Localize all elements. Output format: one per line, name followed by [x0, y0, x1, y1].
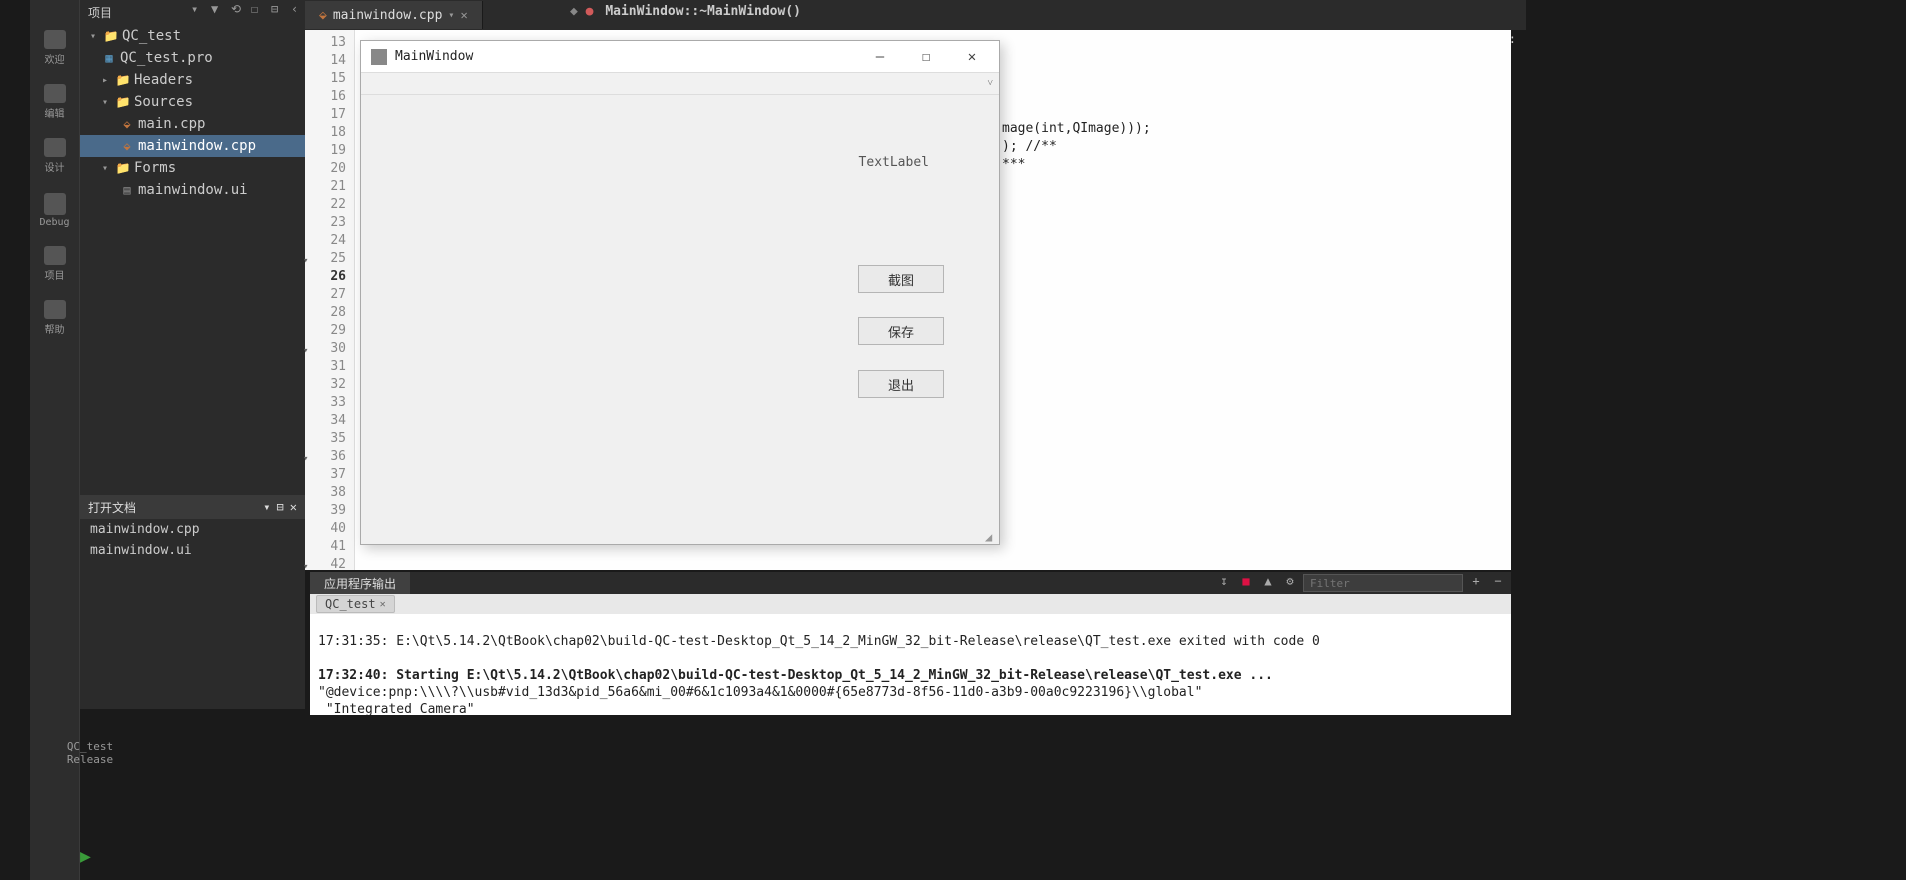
capture-button[interactable]: 截图 — [858, 265, 944, 293]
activity-debug[interactable]: Debug — [37, 192, 73, 228]
chevron-down-icon[interactable]: ˅ — [987, 78, 993, 89]
output-tab[interactable]: 应用程序输出 — [310, 572, 410, 594]
activity-welcome[interactable]: 欢迎 — [37, 30, 73, 66]
settings-icon[interactable]: ⚙ — [1281, 574, 1299, 592]
diamond-icon: ◆ — [570, 4, 578, 19]
app-icon — [371, 49, 387, 65]
tree-sources[interactable]: ▾📁 Sources — [80, 91, 305, 113]
minus-icon[interactable]: − — [1489, 574, 1507, 592]
app-titlebar[interactable]: MainWindow — ☐ ✕ — [361, 41, 999, 73]
line-gutter: 13 14 15 16 17 18 19 20 21 22 23 24 ▾25 … — [305, 30, 355, 570]
tree-forms[interactable]: ▾📁 Forms — [80, 157, 305, 179]
rerun-icon[interactable]: ▲ — [1259, 574, 1277, 592]
back-icon[interactable]: ‹ — [291, 2, 305, 16]
cpp-file-icon: ⬙ — [319, 8, 327, 23]
open-docs-close-icon[interactable]: ✕ — [290, 500, 297, 514]
folder-icon: 📁 — [104, 29, 118, 43]
maximize-button[interactable]: ☐ — [903, 42, 949, 72]
project-panel-title: 项目 — [88, 4, 112, 21]
follow-icon[interactable]: ↧ — [1215, 574, 1233, 592]
app-menubar[interactable]: ˅ — [361, 73, 999, 95]
pro-file-icon: ▦ — [102, 51, 116, 65]
stop-icon[interactable]: ■ — [1237, 574, 1255, 592]
output-panel-header: 应用程序输出 ↧ ■ ▲ ⚙ + − — [310, 572, 1511, 594]
project-panel-header: 项目 ▾ ▼ ⟲ ☐ ⊟ ‹ — [80, 0, 305, 25]
folder-icon: 📁 — [116, 161, 130, 175]
activity-project[interactable]: 项目 — [37, 246, 73, 282]
activity-design[interactable]: 设计 — [37, 138, 73, 174]
cpp-file-icon: ⬙ — [120, 117, 134, 131]
close-icon[interactable]: ✕ — [380, 599, 386, 610]
tab-dropdown-icon[interactable]: ▾ — [448, 10, 454, 21]
split-icon[interactable]: ⊟ — [271, 2, 285, 16]
output-subtab[interactable]: QC_test ✕ — [316, 595, 395, 613]
activity-edit[interactable]: 编辑 — [37, 84, 73, 120]
text-label: TextLabel — [859, 155, 929, 170]
cpp-file-icon: ⬙ — [120, 139, 134, 153]
open-docs-dropdown-icon[interactable]: ▾ — [263, 500, 270, 514]
sync-icon[interactable]: ⟲ — [231, 2, 245, 16]
breadcrumb[interactable]: ◆ ● MainWindow::~MainWindow() — [570, 4, 801, 19]
folder-icon: 📁 — [116, 95, 130, 109]
tree-mainwindow-cpp[interactable]: ⬙ mainwindow.cpp — [80, 135, 305, 157]
open-docs-split-icon[interactable]: ⊟ — [277, 500, 284, 514]
app-body: TextLabel 截图 保存 退出 ◢ — [361, 95, 999, 544]
minimize-button[interactable]: — — [857, 42, 903, 72]
exit-button[interactable]: 退出 — [858, 370, 944, 398]
project-tree: ▾📁 QC_test ▦ QC_test.pro ▸📁 Headers ▾📁 S… — [80, 25, 305, 495]
output-body[interactable]: 17:31:35: E:\Qt\5.14.2\QtBook\chap02\bui… — [310, 614, 1511, 715]
close-button[interactable]: ✕ — [949, 42, 995, 72]
open-doc-item[interactable]: mainwindow.cpp — [80, 519, 305, 540]
close-icon[interactable]: ✕ — [460, 8, 467, 22]
folder-icon: 📁 — [116, 73, 130, 87]
plus-icon[interactable]: ☐ — [251, 2, 265, 16]
app-title: MainWindow — [395, 49, 857, 64]
tree-pro-file[interactable]: ▦ QC_test.pro — [80, 47, 305, 69]
open-docs-header: 打开文档 ▾ ⊟ ✕ — [80, 495, 305, 519]
open-docs-list: mainwindow.cpp mainwindow.ui — [80, 519, 305, 709]
run-button[interactable]: ▶ — [80, 846, 104, 870]
run-controls: ▶ — [80, 846, 104, 870]
tree-headers[interactable]: ▸📁 Headers — [80, 69, 305, 91]
open-doc-item[interactable]: mainwindow.ui — [80, 540, 305, 561]
tree-root[interactable]: ▾📁 QC_test — [80, 25, 305, 47]
code-fragment: mage(int,QImage))); ); //** *** — [998, 120, 1498, 174]
method-icon: ● — [586, 4, 594, 19]
filter-dropdown-icon[interactable]: ▾ — [191, 2, 205, 16]
editor-tab[interactable]: ⬙ mainwindow.cpp ▾ ✕ — [305, 1, 483, 29]
activity-help[interactable]: 帮助 — [37, 300, 73, 336]
running-app-window: MainWindow — ☐ ✕ ˅ TextLabel 截图 保存 退出 ◢ — [360, 40, 1000, 545]
tree-mainwindow-ui[interactable]: ▤ mainwindow.ui — [80, 179, 305, 201]
tree-main-cpp[interactable]: ⬙ main.cpp — [80, 113, 305, 135]
save-button[interactable]: 保存 — [858, 317, 944, 345]
open-docs-title: 打开文档 — [88, 499, 136, 516]
filter-icon[interactable]: ▼ — [211, 2, 225, 16]
output-subtabs: QC_test ✕ — [310, 594, 1511, 614]
plus-icon[interactable]: + — [1467, 574, 1485, 592]
resize-grip-icon[interactable]: ◢ — [985, 530, 997, 542]
editor-tabs: ⬙ mainwindow.cpp ▾ ✕ — [305, 0, 1526, 30]
kit-selector[interactable]: QC_test Release — [60, 740, 120, 790]
output-filter-input[interactable] — [1303, 574, 1463, 592]
ui-file-icon: ▤ — [120, 183, 134, 197]
